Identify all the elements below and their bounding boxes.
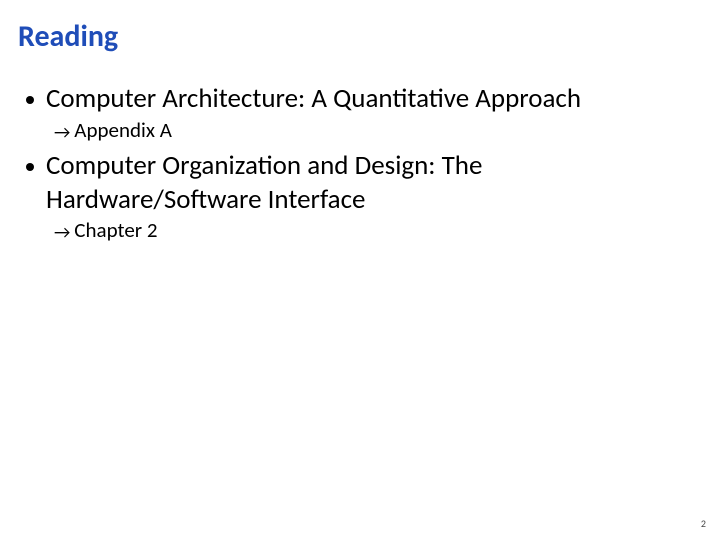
list-subitem-text: Chapter 2 <box>74 218 157 243</box>
bullet-icon <box>26 96 34 104</box>
slide-body: Computer Architecture: A Quantitative Ap… <box>26 82 686 250</box>
list-item: Computer Organization and Design: The Ha… <box>26 149 686 217</box>
slide: Reading Computer Architecture: A Quantit… <box>0 0 720 540</box>
list-item-text: Computer Organization and Design: The Ha… <box>46 149 686 217</box>
page-number: 2 <box>701 517 706 530</box>
list-subitem-text: Appendix A <box>74 118 172 143</box>
list-subitem: → Chapter 2 <box>54 218 686 243</box>
arrow-icon: → <box>54 221 70 243</box>
bullet-icon <box>26 163 34 171</box>
slide-title: Reading <box>18 18 118 55</box>
list-item: Computer Architecture: A Quantitative Ap… <box>26 82 686 116</box>
list-item-text: Computer Architecture: A Quantitative Ap… <box>46 82 581 116</box>
list-subitem: → Appendix A <box>54 118 686 143</box>
arrow-icon: → <box>54 121 70 143</box>
